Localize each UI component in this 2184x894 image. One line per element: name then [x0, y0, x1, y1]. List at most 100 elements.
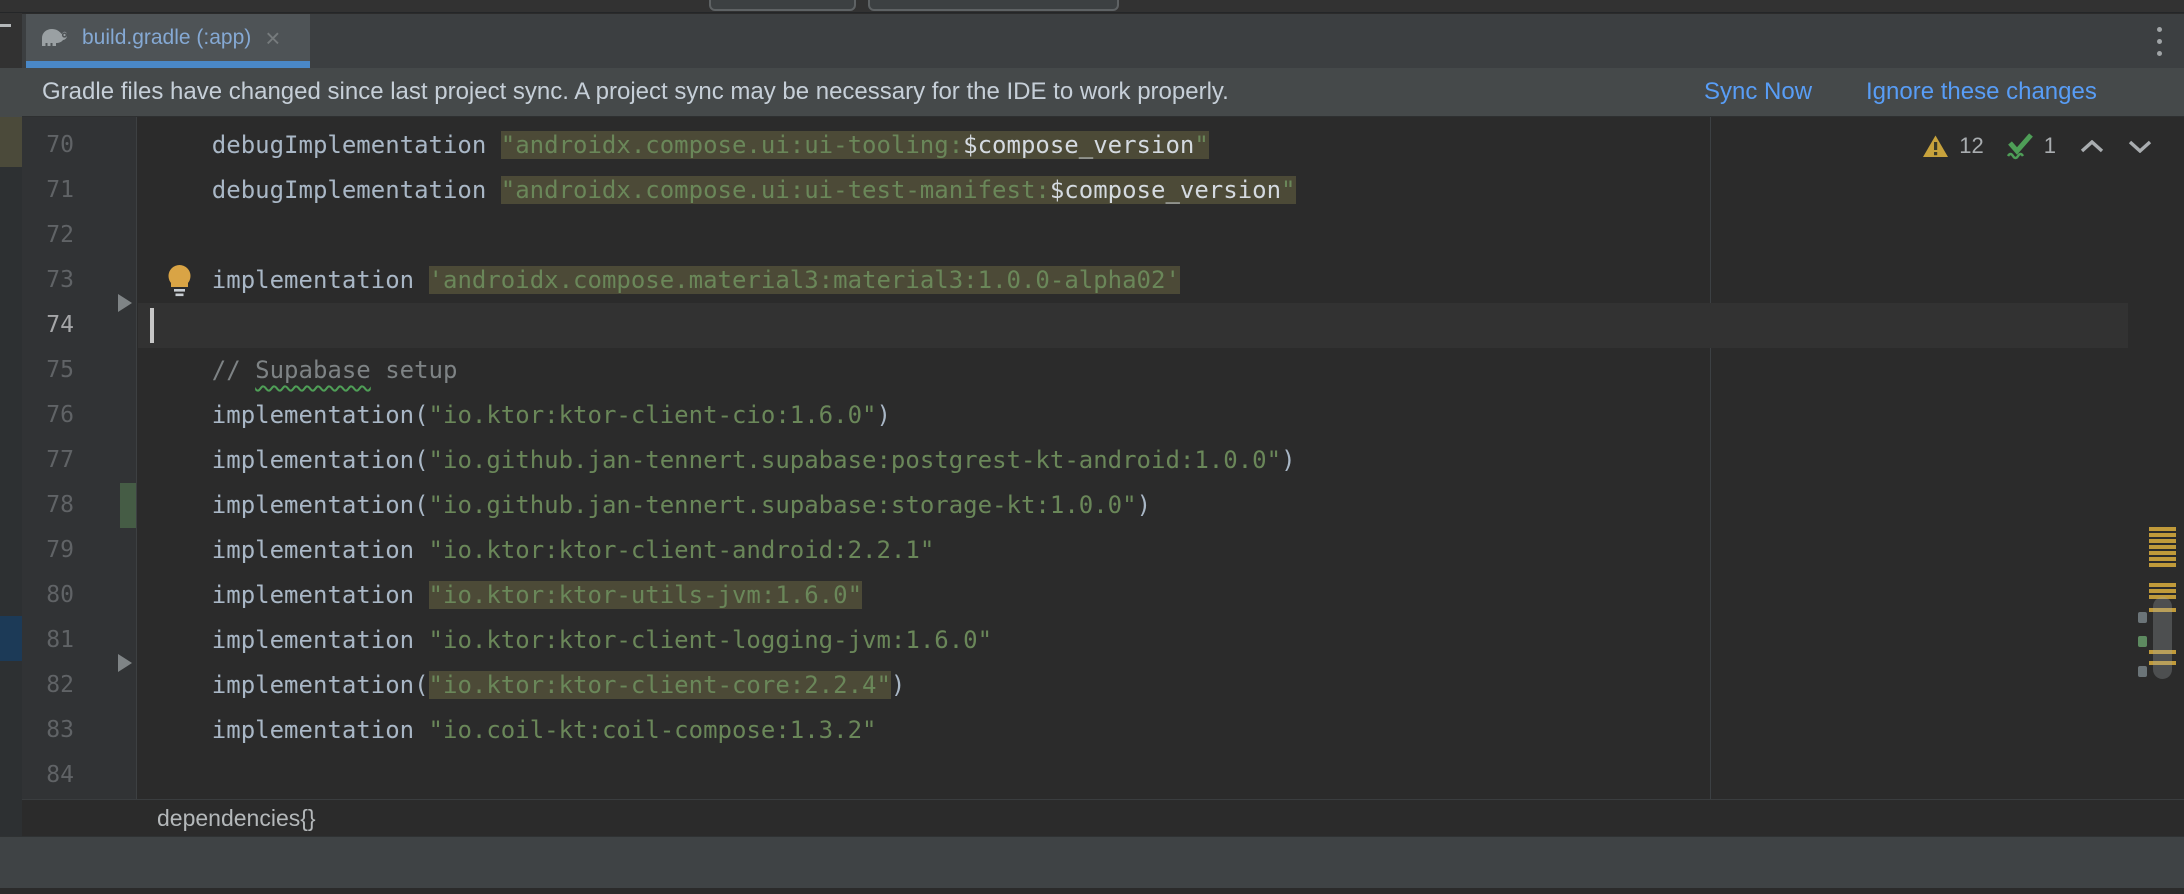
- code-token: debugImplementation: [154, 131, 501, 159]
- code-token: "io.github.jan-tennert.supabase:postgres…: [429, 446, 1282, 474]
- code-line[interactable]: implementation("io.ktor:ktor-client-core…: [138, 663, 2128, 708]
- line-number[interactable]: 83: [22, 708, 74, 753]
- gradle-elephant-icon: [40, 27, 70, 48]
- gray-stripe-mark[interactable]: [2138, 612, 2147, 623]
- top-window-strip: [0, 0, 2184, 13]
- line-number[interactable]: 75: [22, 348, 74, 393]
- fold-arrow-icon[interactable]: [118, 654, 132, 672]
- code-line[interactable]: implementation "io.ktor:ktor-client-logg…: [138, 618, 2128, 663]
- ignore-changes-link[interactable]: Ignore these changes: [1866, 78, 2097, 106]
- code-token: "androidx.compose.ui:ui-test-manifest:: [501, 176, 1050, 204]
- active-tab-underline: [26, 61, 310, 68]
- code-token: "androidx.compose.ui:ui-tooling:: [501, 131, 963, 159]
- code-line[interactable]: implementation("io.github.jan-tennert.su…: [138, 483, 2128, 528]
- line-number[interactable]: 78: [22, 483, 74, 528]
- code-token: debugImplementation: [154, 176, 501, 204]
- green-stripe-mark[interactable]: [2138, 636, 2147, 647]
- editor-tab-bar: build.gradle (:app) ×: [22, 14, 2184, 68]
- gray-stripe-mark[interactable]: [2138, 666, 2147, 677]
- code-token: ": [1194, 131, 1208, 159]
- warning-stripe-mark[interactable]: [2149, 589, 2176, 593]
- lightbulb-icon[interactable]: [166, 264, 193, 298]
- code-token: ": [1281, 176, 1295, 204]
- gradle-sync-banner: Gradle files have changed since last pro…: [22, 68, 2184, 117]
- warning-stripe-mark[interactable]: [2149, 539, 2176, 543]
- warning-stripe-mark[interactable]: [2149, 563, 2176, 567]
- cutoff-dialog-button: [709, 0, 856, 11]
- line-number[interactable]: 81: [22, 618, 74, 663]
- line-number[interactable]: 77: [22, 438, 74, 483]
- code-line[interactable]: implementation 'androidx.compose.materia…: [138, 258, 2128, 303]
- code-token: "io.github.jan-tennert.supabase:storage-…: [429, 491, 1137, 519]
- tab-build-gradle[interactable]: build.gradle (:app) ×: [26, 14, 310, 61]
- line-number[interactable]: 84: [22, 753, 74, 798]
- line-number[interactable]: 82: [22, 663, 74, 708]
- warning-stripe-mark[interactable]: [2149, 527, 2176, 531]
- panel-resize-dash[interactable]: [0, 24, 11, 27]
- breadcrumb-dependencies[interactable]: dependencies{}: [157, 805, 316, 832]
- ok-count: 1: [2044, 133, 2056, 159]
- code-line[interactable]: implementation("io.github.jan-tennert.su…: [138, 438, 2128, 483]
- gutter-change-bar: [120, 483, 136, 528]
- line-number[interactable]: 74: [22, 303, 74, 348]
- warning-stripe-mark[interactable]: [2149, 583, 2176, 587]
- chevron-up-icon[interactable]: [2080, 140, 2104, 153]
- code-token: //: [212, 356, 255, 384]
- tab-title: build.gradle (:app): [82, 26, 251, 50]
- fold-arrow-icon[interactable]: [118, 294, 132, 312]
- bottom-dock: [0, 836, 2184, 888]
- warning-stripe-mark[interactable]: [2149, 551, 2176, 555]
- warning-stripe-mark[interactable]: [2149, 545, 2176, 549]
- ide-window: build.gradle (:app) × Gradle files have …: [0, 0, 2184, 894]
- code-token: implementation(: [154, 401, 429, 429]
- code-line[interactable]: implementation "io.coil-kt:coil-compose:…: [138, 708, 2128, 753]
- code-token: ): [1281, 446, 1295, 474]
- line-number[interactable]: 76: [22, 393, 74, 438]
- left-strip-segment: [0, 68, 22, 117]
- code-token: implementation: [154, 266, 429, 294]
- breadcrumb-bar: dependencies{}: [22, 799, 2184, 836]
- cutoff-dialog-button: [868, 0, 1119, 11]
- code-token: "io.ktor:ktor-client-cio:1.6.0": [429, 401, 877, 429]
- line-number[interactable]: 73: [22, 258, 74, 303]
- left-strip-segment: [0, 616, 22, 661]
- code-line[interactable]: implementation("io.ktor:ktor-client-cio:…: [138, 393, 2128, 438]
- line-number[interactable]: 72: [22, 213, 74, 258]
- error-stripe: [2128, 117, 2184, 799]
- code-token: ): [891, 671, 905, 699]
- code-token: implementation(: [154, 671, 429, 699]
- code-line[interactable]: implementation "io.ktor:ktor-client-andr…: [138, 528, 2128, 573]
- close-icon[interactable]: ×: [265, 28, 280, 48]
- code-token: "io.ktor:ktor-client-android:2.2.1": [429, 536, 935, 564]
- warning-stripe-mark[interactable]: [2149, 533, 2176, 537]
- code-line[interactable]: [138, 753, 2128, 798]
- code-editor: 707172737475767778798081828384 debugImpl…: [22, 117, 2184, 799]
- kebab-menu-icon[interactable]: [2148, 19, 2170, 63]
- inspections-ok-icon: [2004, 133, 2034, 160]
- code-line[interactable]: // Supabase setup: [138, 348, 2128, 393]
- code-token: implementation: [154, 716, 429, 744]
- warning-stripe-mark[interactable]: [2149, 557, 2176, 561]
- text-caret: [150, 308, 154, 343]
- line-number[interactable]: 80: [22, 573, 74, 618]
- sync-now-link[interactable]: Sync Now: [1704, 78, 1812, 106]
- code-token: ): [876, 401, 890, 429]
- bottom-window-strip: [0, 888, 2184, 894]
- line-number[interactable]: 70: [22, 123, 74, 168]
- code-token: setup: [371, 356, 458, 384]
- scrollbar-thumb[interactable]: [2153, 597, 2172, 679]
- inspections-widget[interactable]: 12 1: [1922, 131, 2152, 161]
- code-line[interactable]: debugImplementation "androidx.compose.ui…: [138, 168, 2128, 213]
- gutter-numbers: 707172737475767778798081828384: [22, 123, 74, 798]
- code-token: $compose_version: [963, 131, 1194, 159]
- code-line[interactable]: [138, 213, 2128, 258]
- code-token: $compose_version: [1050, 176, 1281, 204]
- code-line[interactable]: [138, 303, 2128, 348]
- line-number[interactable]: 71: [22, 168, 74, 213]
- warning-count: 12: [1959, 133, 1983, 159]
- code-line[interactable]: debugImplementation "androidx.compose.ui…: [138, 123, 2128, 168]
- code-token: "io.ktor:ktor-utils-jvm:1.6.0": [429, 581, 862, 609]
- code-token: implementation: [154, 626, 429, 654]
- line-number[interactable]: 79: [22, 528, 74, 573]
- code-line[interactable]: implementation "io.ktor:ktor-utils-jvm:1…: [138, 573, 2128, 618]
